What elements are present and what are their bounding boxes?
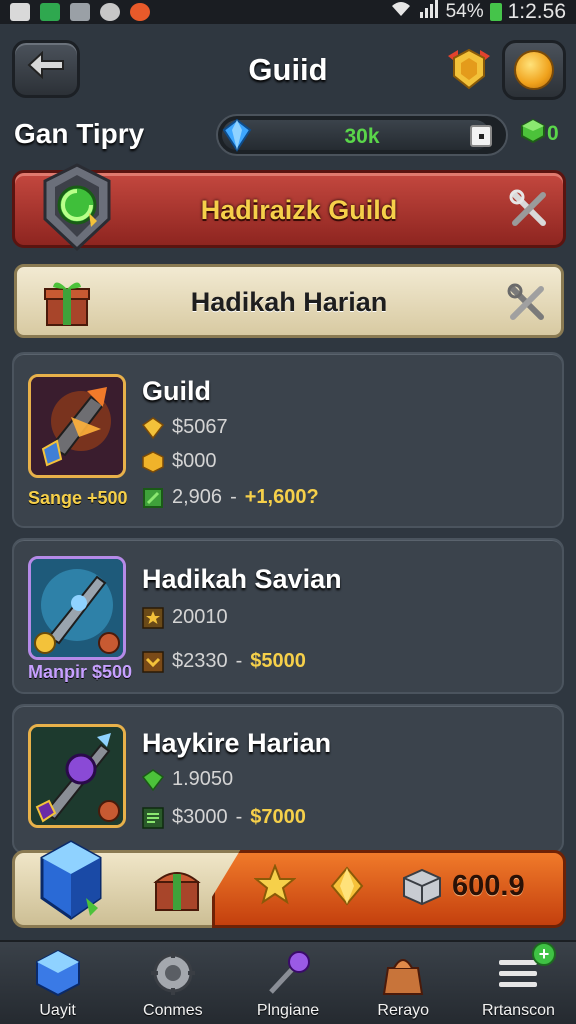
blue-cube-icon xyxy=(33,948,83,998)
guild-banner[interactable]: Hadiraizk Guild xyxy=(12,163,566,252)
coin-button[interactable] xyxy=(502,40,566,100)
card-range-separator: - xyxy=(235,806,243,828)
card-bonus: Sange +500 xyxy=(28,488,128,508)
treasure-bag-icon xyxy=(378,948,428,998)
nav-item-uayit[interactable]: Uayit xyxy=(0,942,115,1024)
status-bar: 54% 1:2.56 xyxy=(0,0,576,24)
green-gem-count: 0 xyxy=(547,121,559,145)
card-range: 2,906 - +1,600? xyxy=(142,486,319,509)
daily-banner-label: Hadikah Harian xyxy=(190,287,388,317)
magic-staff-icon xyxy=(263,948,313,998)
header: Guiid xyxy=(0,34,576,104)
card-stat: 1.9050 xyxy=(141,768,234,791)
green-gem-icon xyxy=(141,768,165,791)
nav-label: Plngiane xyxy=(256,1002,320,1019)
gold-cube-icon xyxy=(142,450,164,473)
card-range-low: 2,906 xyxy=(172,486,223,508)
notification-gear-icon xyxy=(100,3,120,21)
wifi-icon xyxy=(390,0,412,24)
card-range-separator: - xyxy=(230,486,237,508)
signal-icon xyxy=(418,0,440,24)
promo-value: 600.9 xyxy=(452,870,525,902)
gold-star-icon xyxy=(253,863,297,906)
green-gem-icon xyxy=(520,118,546,149)
card-range: $3000 - $7000 xyxy=(142,806,306,829)
notification-icons xyxy=(10,3,150,21)
guild-crest-icon[interactable] xyxy=(444,46,494,92)
card-stat-value: 1.9050 xyxy=(172,768,234,790)
frost-sword-thumbnail xyxy=(28,556,126,660)
card-stat-value: $000 xyxy=(172,450,217,472)
progress-label: Gan Tipry xyxy=(14,118,145,149)
card-stat: $000 xyxy=(142,450,217,473)
card-range-high: $5000 xyxy=(250,650,306,672)
card-stat: 20010 xyxy=(142,606,228,629)
notification-red-icon xyxy=(130,3,150,21)
reward-card-savian[interactable]: Hadikah Savian 20010 Manpir $500 $2330 -… xyxy=(12,538,564,694)
card-stat: $5067 xyxy=(141,416,228,439)
daily-banner[interactable]: Hadikah Harian xyxy=(14,264,564,338)
green-crystal-icon xyxy=(142,487,164,509)
nav-label: Rrtanscon xyxy=(481,1002,555,1019)
nav-item-conmes[interactable]: Conmes xyxy=(115,942,230,1024)
progress-bar: 30k xyxy=(216,114,508,156)
card-title: Hadikah Savian xyxy=(142,564,342,594)
silver-box-icon xyxy=(400,866,444,906)
notification-green-icon xyxy=(40,3,60,21)
gear-helmet-icon xyxy=(148,948,198,998)
guild-banner-label: Hadiraizk Guild xyxy=(200,195,398,225)
nav-item-plngiane[interactable]: Plngiane xyxy=(230,942,345,1024)
card-bonus: Manpir $500 xyxy=(28,662,133,682)
notification-g-icon xyxy=(70,3,90,21)
chest-tile-icon xyxy=(142,650,164,673)
notification-app-icon xyxy=(10,3,30,21)
progress-end-icon xyxy=(470,125,492,147)
card-range-low: $3000 xyxy=(172,806,228,828)
card-range: $2330 - $5000 xyxy=(142,650,306,673)
reward-card-harian[interactable]: Haykire Harian 1.9050 $3000 - $7000 xyxy=(12,704,564,854)
gold-diamond-icon xyxy=(330,866,364,906)
card-range-separator: - xyxy=(235,650,243,672)
clock: 1:2.56 xyxy=(507,0,566,23)
progress-text: 30k xyxy=(344,125,380,148)
nav-label: Uayit xyxy=(39,1002,76,1019)
card-range-high: +1,600? xyxy=(244,486,319,508)
star-tile-icon xyxy=(142,606,164,629)
card-stat-value: $5067 xyxy=(172,416,228,438)
progress-row: Gan Tipry 30k 0 xyxy=(0,110,576,160)
plus-badge-icon: + xyxy=(532,942,557,966)
promo-bar[interactable]: 600.9 xyxy=(12,840,566,928)
staff-thumbnail xyxy=(28,724,126,828)
card-title: Haykire Harian xyxy=(142,728,332,758)
blue-crystal-cube-icon xyxy=(36,838,106,922)
crossed-tools-icon[interactable] xyxy=(507,283,547,323)
green-gem-counter[interactable]: 0 xyxy=(520,118,559,149)
card-range-high: $7000 xyxy=(250,806,306,828)
gold-gem-icon xyxy=(141,416,165,439)
bottom-nav: Uayit Conmes Plngiane Rerayo + Rrtanscon xyxy=(0,940,576,1024)
scroll-tile-icon xyxy=(142,806,164,829)
nav-label: Rerayo xyxy=(377,1002,429,1019)
nav-item-rerayo[interactable]: Rerayo xyxy=(346,942,461,1024)
treasure-chest-icon xyxy=(150,860,204,914)
card-stat-value: 20010 xyxy=(172,606,228,628)
card-title: Guild xyxy=(142,376,211,406)
card-range-low: $2330 xyxy=(172,650,228,672)
reward-card-guild[interactable]: Guild $5067 $000 Sange +500 2,906 - +1,6… xyxy=(12,352,564,528)
fire-weapon-thumbnail xyxy=(28,374,126,478)
battery-percent: 54% xyxy=(445,1,484,22)
nav-item-rrtanscon[interactable]: + Rrtanscon xyxy=(461,942,576,1024)
gold-coin-icon xyxy=(514,50,554,90)
battery-icon xyxy=(489,3,502,21)
crossed-tools-icon[interactable] xyxy=(509,189,549,229)
nav-label: Conmes xyxy=(143,1002,203,1019)
